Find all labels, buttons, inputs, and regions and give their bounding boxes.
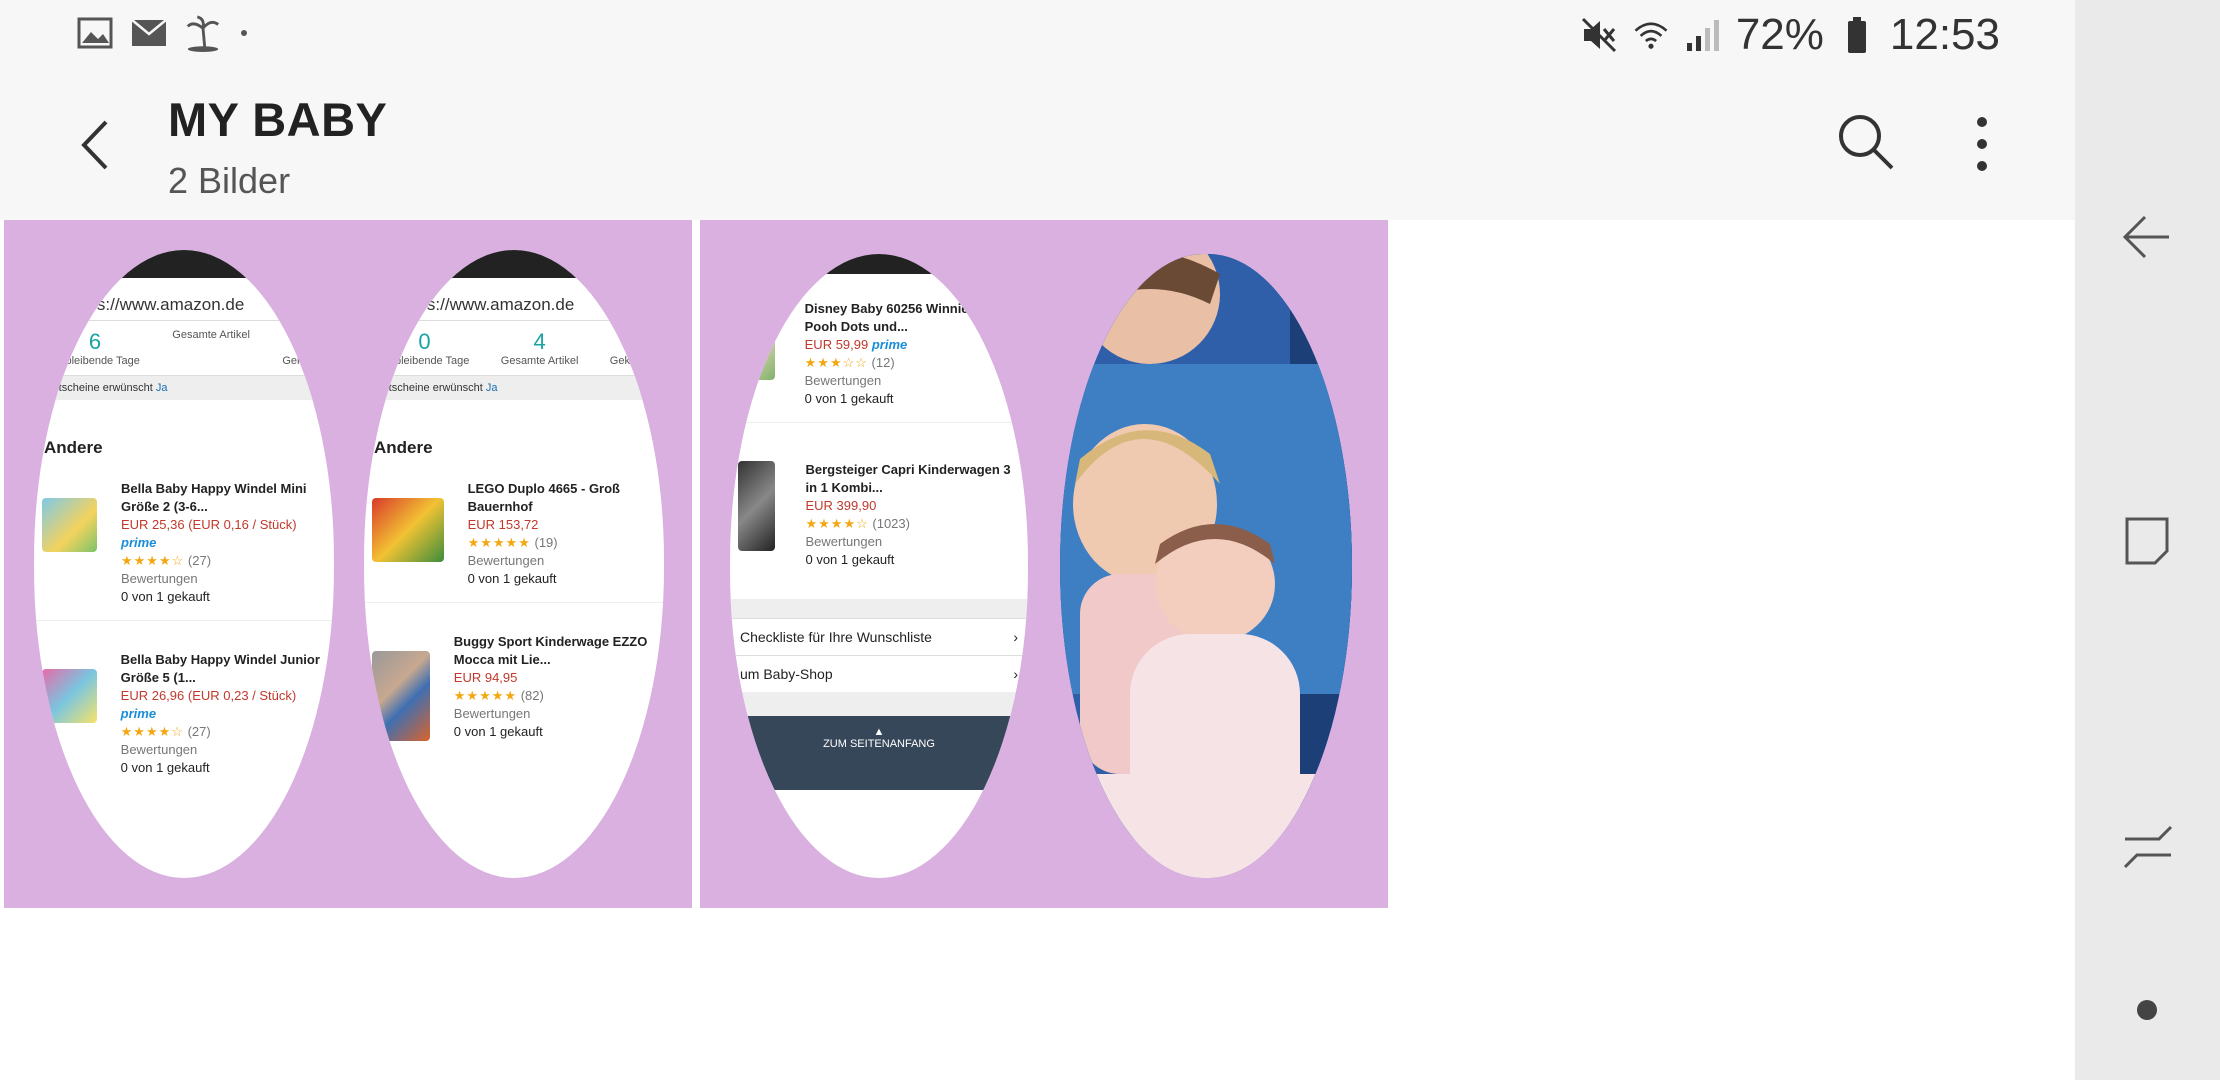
- family-photo: [1060, 254, 1352, 878]
- page-title: MY BABY: [168, 93, 388, 146]
- search-icon: [1839, 115, 1894, 170]
- coupon-row: Gutscheine erwünscht Ja: [34, 376, 334, 400]
- star-rating: ★★★★★: [453, 688, 518, 703]
- screenshot-oval: Disney Baby 60256 Winnie the Pooh Dots u…: [730, 254, 1028, 878]
- signal-icon: [1684, 16, 1722, 54]
- stat: 0 verbleibende Tage: [379, 329, 470, 367]
- list-item: Buggy Sport Kinderwage EZZO Mocca mit Li…: [364, 603, 664, 755]
- mail-icon: [130, 14, 168, 52]
- screenshot-oval: :tps://www.amazon.de 6 verbleibende Tage …: [34, 250, 334, 878]
- clock: 12:53: [1889, 10, 2000, 59]
- battery-percent: 72%: [1735, 10, 1824, 59]
- baby-shop-link: um Baby-Shop ›: [730, 655, 1028, 692]
- product-image: [42, 669, 97, 723]
- nav-overview-button[interactable]: [2115, 507, 2179, 571]
- section-heading: Andere: [44, 438, 103, 457]
- photo-illustration: [1060, 254, 1352, 878]
- stats-row: 0 verbleibende Tage 4 Gesamte Artikel 0 Gek…: [364, 321, 664, 376]
- back-arrow-icon: [81, 120, 108, 170]
- product-image: [42, 498, 97, 552]
- status-right: 72% 12:53: [1580, 10, 2000, 60]
- star-rating: ★★★☆☆: [804, 355, 868, 370]
- dot-icon: [238, 14, 250, 52]
- back-button[interactable]: [66, 110, 126, 180]
- search-button[interactable]: [1836, 112, 1896, 172]
- status-bar: 72% 12:53: [0, 0, 2075, 72]
- wishlist-checklist-link: Checkliste für Ihre Wunschliste ›: [730, 618, 1028, 655]
- product-image: [372, 651, 430, 741]
- app-bar: MY BABY 2 Bilder: [0, 72, 2075, 220]
- list-item: Bergsteiger Capri Kinderwagen 3 in 1 Kom…: [730, 423, 1028, 600]
- url-bar: :tps://www.amazon.de: [392, 290, 644, 321]
- battery-icon: [1838, 16, 1876, 54]
- chevron-right-icon: ›: [1013, 666, 1018, 682]
- product-image: [372, 498, 444, 562]
- back-arrow-icon: [2122, 215, 2169, 259]
- status-left-icons: [76, 14, 250, 52]
- list-item: LEGO Duplo 4665 - Groß Bauernhof EUR 153…: [364, 466, 664, 603]
- nav-back-button[interactable]: [2115, 205, 2179, 269]
- more-vert-icon: [1977, 117, 1987, 171]
- chevron-right-icon: ›: [1013, 629, 1018, 645]
- product-image: [738, 461, 776, 551]
- screenshot-oval: :tps://www.amazon.de 0 verbleibende Tage …: [364, 250, 664, 878]
- coupon-row: Gutscheine erwünscht Ja: [364, 376, 664, 400]
- wifi-icon: [1632, 16, 1670, 54]
- page-subtitle: 2 Bilder: [168, 160, 291, 201]
- stat: 6 verbleibende Tage: [50, 329, 140, 367]
- back-to-top-bar: ▲ ZUM SEITENANFANG: [730, 716, 1028, 790]
- stat: Gesamte Artikel: [172, 329, 250, 341]
- nav-recent-apps-button[interactable]: [2115, 815, 2179, 879]
- list-item: Disney Baby 60256 Winnie the Pooh Dots u…: [730, 274, 1028, 423]
- image-thumbnail[interactable]: :tps://www.amazon.de 6 verbleibende Tage …: [4, 220, 692, 908]
- stat: 4 Gesamte Artikel: [500, 329, 579, 367]
- overview-icon: [2125, 517, 2169, 565]
- star-rating: ★★★★☆: [121, 553, 185, 568]
- product-image: [738, 300, 775, 380]
- stat: 0 Gekauft: [609, 329, 649, 367]
- star-rating: ★★★★☆: [805, 516, 869, 531]
- section-heading: Andere: [374, 438, 433, 457]
- lock-icon: [392, 299, 402, 311]
- beach-icon: [184, 14, 222, 52]
- image-thumbnail[interactable]: Disney Baby 60256 Winnie the Pooh Dots u…: [700, 220, 1388, 908]
- recent-apps-icon: [2123, 825, 2173, 869]
- nav-home-button[interactable]: [2115, 978, 2179, 1042]
- url-bar: :tps://www.amazon.de: [62, 290, 314, 321]
- star-rating: ★★★★★: [467, 535, 531, 550]
- mute-icon: [1580, 16, 1618, 54]
- navigation-bar: [2075, 0, 2220, 1080]
- home-dot-icon: [2137, 1000, 2157, 1020]
- list-item: Bella Baby Happy Windel Junior Größe 5 (…: [34, 621, 334, 791]
- caret-up-icon: ▲: [873, 726, 885, 738]
- star-rating: ★★★★☆: [120, 724, 184, 739]
- stat: 0 Gekauf: [282, 329, 318, 367]
- lock-icon: [62, 299, 72, 311]
- list-item: Bella Baby Happy Windel Mini Größe 2 (3-…: [34, 466, 334, 621]
- stats-row: 6 verbleibende Tage Gesamte Artikel 0 Geka…: [34, 321, 334, 376]
- more-options-button[interactable]: [1960, 112, 2004, 176]
- gallery-icon: [76, 14, 114, 52]
- gallery-grid: :tps://www.amazon.de 6 verbleibende Tage …: [0, 220, 2075, 1080]
